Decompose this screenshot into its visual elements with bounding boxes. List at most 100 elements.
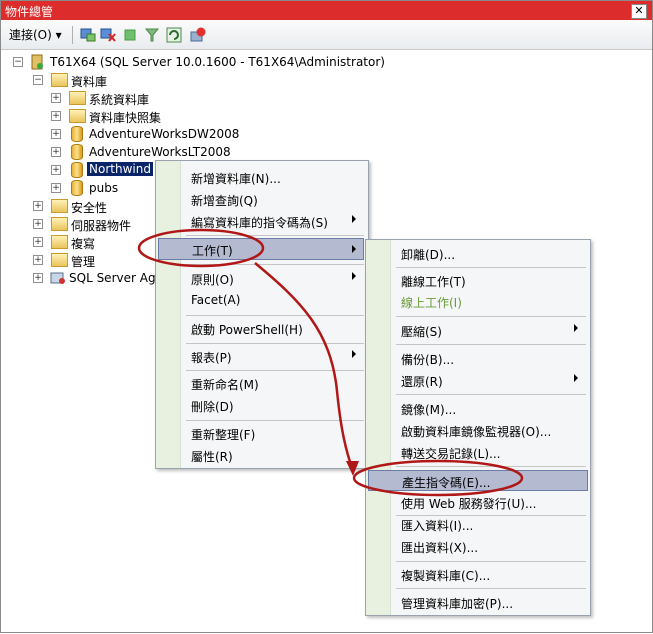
db-label: AdventureWorksDW2008 — [89, 127, 240, 141]
refresh-icon[interactable] — [165, 26, 183, 43]
database-icon — [71, 126, 83, 142]
server-icon — [31, 54, 43, 70]
tasks-submenu: 卸離(D)... 離線工作(T) 線上工作(I) 壓縮(S) 備份(B)... … — [365, 239, 591, 616]
submenu-arrow-icon — [352, 350, 356, 358]
menu-item-label: 使用 Web 服務發行(U)... — [401, 497, 537, 511]
folder-icon — [51, 217, 68, 231]
expand-icon[interactable]: + — [51, 111, 61, 121]
expand-icon[interactable]: + — [51, 129, 61, 139]
menu-item-powershell[interactable]: 啟動 PowerShell(H) — [156, 318, 368, 338]
submenu-arrow-icon — [352, 215, 356, 223]
menu-item-label: 重新命名(M) — [191, 378, 259, 392]
expand-icon[interactable]: + — [33, 219, 43, 229]
menu-item-label: 原則(O) — [191, 273, 234, 287]
menu-item-publish-web[interactable]: 使用 Web 服務發行(U)... — [366, 492, 590, 512]
window-title: 物件總管 — [5, 5, 54, 19]
menu-item-new-database[interactable]: 新增資料庫(N)... — [156, 167, 368, 187]
db-label: AdventureWorksLT2008 — [89, 145, 231, 159]
close-icon[interactable]: ✕ — [631, 4, 647, 19]
menu-item-log-shipping[interactable]: 轉送交易記錄(L)... — [366, 442, 590, 462]
connect-dropdown-button[interactable]: 連接(O) ▾ — [9, 26, 62, 43]
menu-item-label: Facet(A) — [191, 293, 241, 307]
expand-icon[interactable]: + — [51, 93, 61, 103]
menu-item-label: 報表(P) — [191, 351, 232, 365]
menu-separator — [396, 267, 586, 268]
menu-item-label: 新增查詢(Q) — [191, 194, 258, 208]
menu-item-delete[interactable]: 刪除(D) — [156, 395, 368, 415]
context-menu: 新增資料庫(N)... 新增查詢(Q) 編寫資料庫的指令碼為(S) 工作(T) … — [155, 160, 369, 469]
menu-separator — [396, 588, 586, 589]
northwind-label-selected: Northwind — [87, 162, 153, 176]
stop-icon[interactable] — [121, 26, 139, 43]
menu-item-copy-database[interactable]: 複製資料庫(C)... — [366, 564, 590, 584]
menu-item-label: 轉送交易記錄(L)... — [401, 447, 501, 461]
db-label: pubs — [89, 181, 119, 195]
menu-item-restore[interactable]: 還原(R) — [366, 370, 590, 390]
menu-item-shrink[interactable]: 壓縮(S) — [366, 320, 590, 340]
database-icon — [71, 144, 83, 160]
folder-icon — [69, 91, 86, 105]
menu-item-take-offline[interactable]: 離線工作(T) — [366, 270, 590, 290]
menu-item-label: 鏡像(M)... — [401, 403, 457, 417]
menu-item-label: 匯入資料(I)... — [401, 519, 474, 533]
menu-item-label: 產生指令碼(E)... — [402, 476, 491, 490]
menu-item-properties[interactable]: 屬性(R) — [156, 445, 368, 465]
disconnect-icon[interactable] — [99, 26, 117, 43]
menu-item-tasks[interactable]: 工作(T) — [158, 238, 364, 260]
menu-item-import[interactable]: 匯入資料(I)... — [366, 514, 590, 534]
folder-icon — [51, 235, 68, 249]
menu-item-bring-online[interactable]: 線上工作(I) — [366, 291, 590, 311]
submenu-arrow-icon — [574, 324, 578, 332]
toolbar-separator — [72, 26, 73, 44]
expand-icon[interactable]: + — [51, 147, 61, 157]
stop-activity-icon[interactable] — [189, 26, 207, 43]
menu-separator — [186, 235, 364, 236]
submenu-arrow-icon — [352, 272, 356, 280]
menu-separator — [186, 315, 364, 316]
menu-item-label: 刪除(D) — [191, 400, 234, 414]
menu-separator — [186, 370, 364, 371]
menu-separator — [396, 466, 586, 467]
menu-separator — [396, 344, 586, 345]
databases-label: 資料庫 — [71, 75, 108, 89]
title-bar: 物件總管 ✕ — [1, 1, 652, 20]
expand-icon[interactable]: + — [33, 255, 43, 265]
expand-icon[interactable]: + — [51, 183, 61, 193]
menu-item-script-database[interactable]: 編寫資料庫的指令碼為(S) — [156, 211, 368, 231]
menu-item-mirror[interactable]: 鏡像(M)... — [366, 398, 590, 418]
menu-item-label: 匯出資料(X)... — [401, 541, 479, 555]
menu-item-new-query[interactable]: 新增查詢(Q) — [156, 189, 368, 209]
filter-icon[interactable] — [143, 26, 161, 43]
folder-icon — [51, 199, 68, 213]
expand-icon[interactable]: + — [33, 237, 43, 247]
menu-separator — [186, 264, 364, 265]
collapse-icon[interactable]: − — [13, 57, 23, 67]
menu-separator — [186, 420, 364, 421]
menu-item-facets[interactable]: Facet(A) — [156, 290, 368, 310]
menu-item-rename[interactable]: 重新命名(M) — [156, 373, 368, 393]
system-db-label: 系統資料庫 — [89, 93, 150, 107]
menu-item-policies[interactable]: 原則(O) — [156, 268, 368, 288]
menu-item-label: 還原(R) — [401, 375, 443, 389]
menu-item-mirror-monitor[interactable]: 啟動資料庫鏡像監視器(O)... — [366, 420, 590, 440]
menu-item-export[interactable]: 匯出資料(X)... — [366, 536, 590, 556]
expand-icon[interactable]: + — [33, 273, 43, 283]
menu-item-manage-encryption[interactable]: 管理資料庫加密(P)... — [366, 592, 590, 612]
database-icon — [71, 162, 83, 178]
expand-icon[interactable]: + — [51, 165, 61, 175]
agent-label: SQL Server Age — [69, 271, 163, 285]
menu-item-label: 啟動 PowerShell(H) — [191, 323, 303, 337]
menu-item-detach[interactable]: 卸離(D)... — [366, 243, 590, 263]
menu-item-refresh[interactable]: 重新整理(F) — [156, 423, 368, 443]
menu-item-reports[interactable]: 報表(P) — [156, 346, 368, 366]
collapse-icon[interactable]: − — [33, 75, 43, 85]
submenu-arrow-icon — [574, 374, 578, 382]
menu-item-label: 重新整理(F) — [191, 428, 256, 442]
menu-separator — [396, 316, 586, 317]
connect-server-icon[interactable] — [79, 26, 97, 43]
menu-item-backup[interactable]: 備份(B)... — [366, 348, 590, 368]
menu-item-generate-scripts[interactable]: 產生指令碼(E)... — [368, 470, 588, 491]
folder-icon — [51, 73, 68, 87]
expand-icon[interactable]: + — [33, 201, 43, 211]
menu-item-label: 屬性(R) — [191, 450, 233, 464]
